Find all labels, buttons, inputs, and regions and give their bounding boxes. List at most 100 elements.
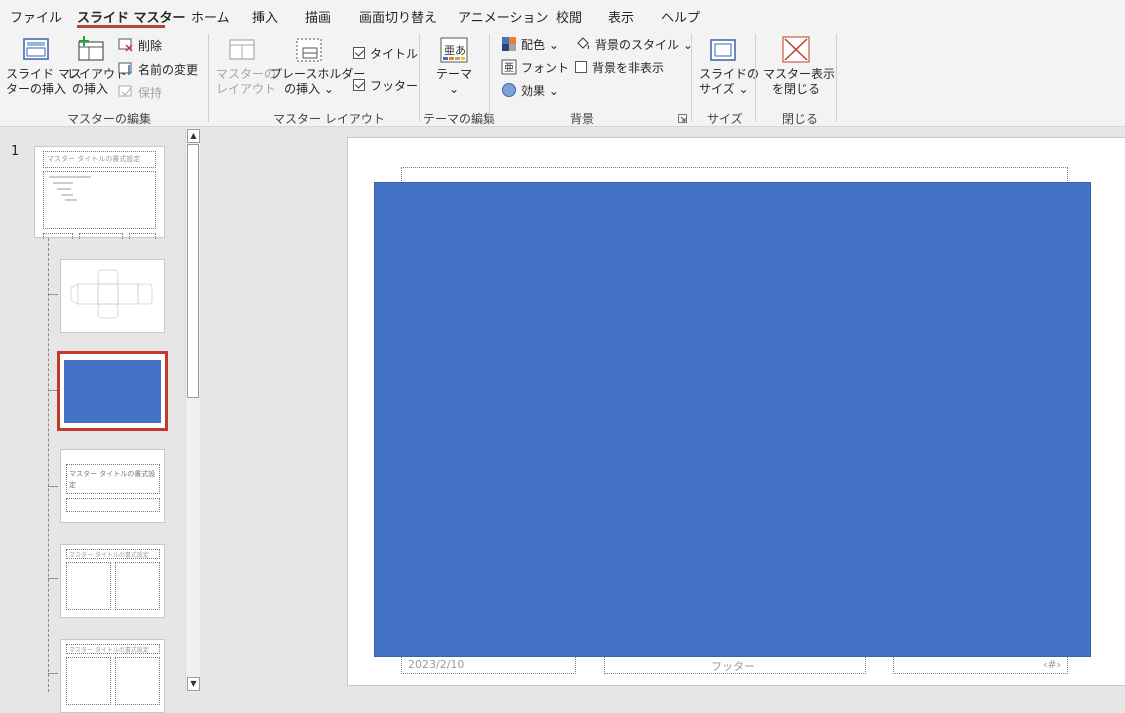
footer-checkbox-box[interactable] [353,79,365,91]
thumb-title-placeholder: マスター タイトルの書式設定 [43,151,156,168]
slide-master-thumbnail[interactable]: マスター タイトルの書式設定 [34,146,165,239]
thumb-content-placeholder [115,657,160,705]
placeholder-icon [296,38,322,62]
thumb-content-placeholder [115,562,160,610]
colors-label: 配色 ⌄ [521,37,559,52]
thumbnail-scrollbar[interactable]: ▲ ▼ [185,128,200,692]
tab-review[interactable]: 校閲 [556,7,582,26]
tab-home[interactable]: ホーム [191,7,230,26]
tab-help[interactable]: ヘルプ [661,7,700,26]
effects-icon [502,83,516,97]
scroll-up-icon[interactable]: ▲ [187,129,200,143]
slide-master-icon [23,38,49,60]
preserve-label: 保持 [138,85,163,100]
layout-thumbnail[interactable] [60,259,165,333]
close-icon [782,36,810,63]
scroll-down-icon[interactable]: ▼ [187,677,200,691]
hide-background-checkbox[interactable]: 背景を非表示 [575,58,664,76]
thumb-title-text: マスター タイトルの書式設定 [47,155,141,163]
slide-canvas[interactable]: 2023/2/10 フッター ‹#› [347,137,1125,686]
master-layout-icon [229,39,255,60]
group-label-size: サイズ [707,112,743,126]
group-separator [419,34,420,122]
slide-size-label-1: スライドの [699,67,760,81]
effects-button[interactable]: 効果 ⌄ [501,81,559,99]
ribbon: スライド マス ターの挿入 レイアウト の挿入 削除 名前の変更 保持 マスター… [0,30,1125,127]
footer-text: フッター [711,660,755,673]
thumb-title-placeholder: マスター タイトルの書式設定 [66,644,160,654]
layout-thumbnail[interactable]: マスター タイトルの書式設定 [60,544,165,618]
insert-slide-master-label-2: ターの挿入 [6,82,67,96]
tab-animations[interactable]: アニメーション [458,7,548,26]
slide-editor: 2023/2/10 フッター ‹#› [205,128,1125,692]
slide-number-text: ‹#› [1042,658,1061,671]
theme-chevron-down-icon: ⌄ [448,82,460,96]
group-separator [208,34,209,122]
scrollbar-thumb[interactable] [187,144,199,398]
theme-button[interactable]: 亜あ テーマ ⌄ [431,36,477,97]
group-separator [691,34,692,122]
slide-size-icon [710,39,736,61]
layout-icon [78,36,104,61]
preserve-button[interactable]: 保持 [118,83,162,101]
effects-label: 効果 ⌄ [521,83,559,98]
tab-transitions[interactable]: 画面切り替え [359,7,437,26]
layout-connector-line [48,238,49,692]
rename-button[interactable]: 名前の変更 [118,60,198,78]
thumb-body-placeholder [43,171,156,229]
tab-draw[interactable]: 描画 [305,7,331,26]
layout-thumbnail[interactable]: マスター タイトルの書式設定 [60,449,165,523]
layout-thumbnail-selected[interactable] [57,351,168,431]
background-styles-button[interactable]: 背景のスタイル ⌄ [575,35,693,53]
delete-label: 削除 [138,38,163,53]
close-master-view-button[interactable]: マスター表示 を閉じる [763,36,836,97]
hide-background-checkbox-box[interactable] [575,61,587,73]
svg-text:亜あ: 亜あ [444,44,466,57]
close-master-label-1: マスター表示 [763,67,836,81]
rename-icon [118,62,132,75]
date-text: 2023/2/10 [408,658,465,671]
insert-slide-master-button[interactable]: スライド マス ターの挿入 [6,36,82,97]
group-separator [489,34,490,122]
thumb-bullets [49,176,91,201]
hide-background-label: 背景を非表示 [592,60,665,75]
tab-slide-master[interactable]: スライド マスター [77,7,186,26]
title-checkbox[interactable]: タイトル [353,44,418,62]
insert-layout-label-2: の挿入 [71,82,108,96]
layout-connector-tick [48,294,58,295]
master-layout-label-2: レイアウト [216,82,277,96]
slide-thumbnail-panel: 1 マスター タイトルの書式設定 マスター タイトルの書式設定 マスター タイト… [0,128,203,713]
tab-file[interactable]: ファイル [10,7,62,26]
paint-bucket-icon [577,37,589,50]
slide-size-label-2: サイズ ⌄ [699,82,749,96]
insert-layout-button[interactable]: レイアウト の挿入 [67,36,128,97]
ribbon-tabs: ファイル スライド マスター ホーム 挿入 描画 画面切り替え アニメーション … [0,0,1125,30]
group-label-master-edit: マスターの編集 [67,112,152,126]
svg-text:亜: 亜 [504,63,514,74]
insert-placeholder-button[interactable]: プレースホルダー の挿入 ⌄ [270,36,365,97]
thumb-footer-placeholder [129,233,156,239]
footer-checkbox-label: フッター [370,78,419,93]
footer-checkbox[interactable]: フッター [353,76,418,94]
tab-insert[interactable]: 挿入 [252,7,278,26]
colors-button[interactable]: 配色 ⌄ [501,35,559,53]
slide-size-button[interactable]: スライドの サイズ ⌄ [699,36,760,97]
blue-rectangle-shape[interactable] [374,182,1091,657]
preserve-icon [118,85,132,97]
layout-thumbnail[interactable]: マスター タイトルの書式設定 [60,639,165,713]
master-layout-button[interactable]: マスターの レイアウト [216,36,277,97]
group-label-close: 閉じる [782,112,819,126]
fonts-button[interactable]: 亜 フォント ⌄ [501,58,583,76]
delete-icon [118,38,133,52]
tab-view[interactable]: 表示 [608,7,634,26]
layout-connector-tick [48,486,58,487]
insert-layout-label-1: レイアウト [67,67,128,81]
colors-icon [502,37,516,51]
master-layout-label-1: マスターの [216,67,277,81]
delete-button[interactable]: 削除 [118,36,162,54]
insert-slide-master-label-1: スライド マス [6,67,82,81]
title-checkbox-box[interactable] [353,47,365,59]
rename-label: 名前の変更 [138,62,199,77]
box-net-shape [70,269,153,319]
dialog-launcher-icon[interactable] [678,114,687,123]
